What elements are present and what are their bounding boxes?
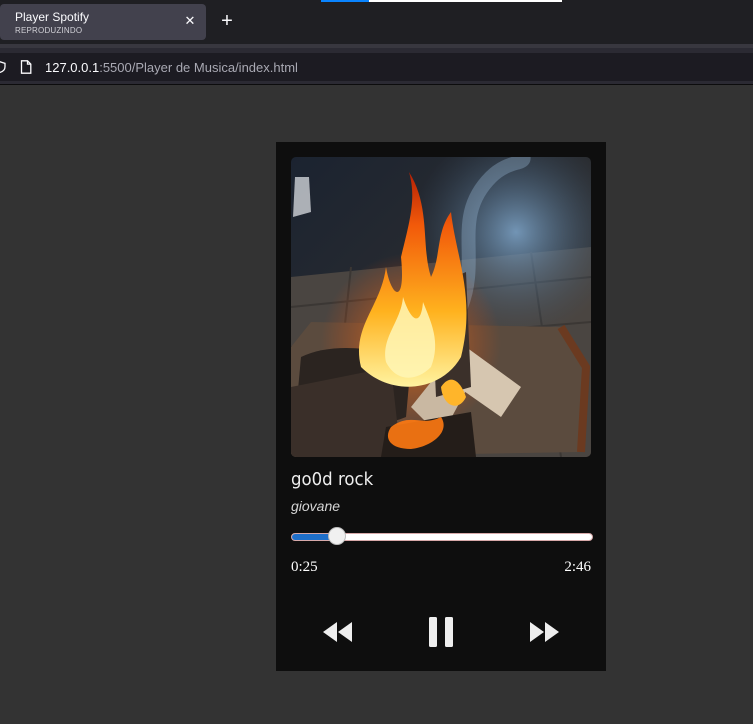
url-path: :5500/Player de Musica/index.html	[99, 60, 298, 75]
progress-slider[interactable]	[291, 527, 593, 545]
chrome-divider	[0, 84, 753, 85]
rewind-icon	[323, 622, 352, 642]
current-time: 0:25	[291, 559, 318, 575]
music-player-card: go0d rock giovane 0:25 2:46	[276, 142, 606, 671]
page-icon	[20, 60, 32, 74]
next-button[interactable]	[524, 612, 564, 652]
fast-forward-icon	[530, 622, 559, 642]
close-icon[interactable]: ✕	[183, 14, 197, 28]
artist-name: giovane	[291, 498, 341, 514]
song-title: go0d rock	[291, 469, 374, 490]
play-pause-button[interactable]	[421, 612, 461, 652]
album-art	[291, 157, 591, 457]
progress-thumb[interactable]	[328, 527, 347, 545]
page-load-bar-accent	[321, 0, 369, 2]
total-time: 2:46	[564, 559, 591, 575]
browser-tab[interactable]: Player Spotify REPRODUZINDO ✕	[0, 4, 206, 40]
tab-audio-status: REPRODUZINDO	[15, 26, 83, 35]
url-bar[interactable]: 127.0.0.1:5500/Player de Musica/index.ht…	[0, 53, 753, 81]
tab-title: Player Spotify	[15, 10, 90, 24]
pause-icon	[429, 617, 453, 647]
shield-icon[interactable]	[0, 61, 6, 73]
url-host: 127.0.0.1	[45, 60, 100, 75]
plus-icon[interactable]: +	[218, 11, 236, 31]
campfire-photo	[291, 157, 591, 457]
url-text[interactable]: 127.0.0.1:5500/Player de Musica/index.ht…	[45, 60, 298, 75]
browser-tab-strip: Player Spotify REPRODUZINDO ✕ +	[0, 0, 753, 44]
previous-button[interactable]	[318, 612, 358, 652]
browser-nav-bar: 127.0.0.1:5500/Player de Musica/index.ht…	[0, 44, 753, 84]
